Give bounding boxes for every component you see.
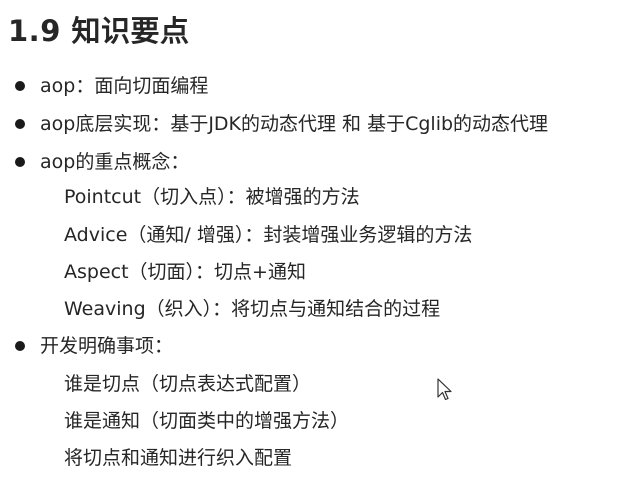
dev-note-pointcut: 谁是切点（切点表达式配置） [64,373,312,395]
slide-title: 1.9 知识要点 [8,14,190,48]
bullet-aop-concepts: aop的重点概念： [40,151,190,173]
bullet-aop-implementation: aop底层实现：基于JDK的动态代理 和 基于Cglib的动态代理 [40,113,549,135]
dev-note-advice: 谁是通知（切面类中的增强方法） [64,410,350,432]
bullet-dot-icon [15,157,25,167]
slide: 1.9 知识要点 aop：面向切面编程 aop底层实现：基于JDK的动态代理 和… [0,0,619,496]
bullet-dev-notes: 开发明确事项： [40,335,174,357]
bullet-dot-icon [15,341,25,351]
bullet-dot-icon [15,119,25,129]
concept-weaving: Weaving（织入）：将切点与通知结合的过程 [64,298,441,320]
concept-aspect: Aspect（切面）：切点+通知 [64,261,306,283]
concept-pointcut: Pointcut（切入点）：被增强的方法 [64,186,360,208]
bullet-aop-definition: aop：面向切面编程 [40,75,209,97]
dev-note-weaving: 将切点和通知进行织入配置 [64,447,293,469]
mouse-pointer-icon [437,378,452,401]
bullet-dot-icon [15,81,25,91]
concept-advice: Advice（通知/ 增强）：封装增强业务逻辑的方法 [64,224,473,246]
